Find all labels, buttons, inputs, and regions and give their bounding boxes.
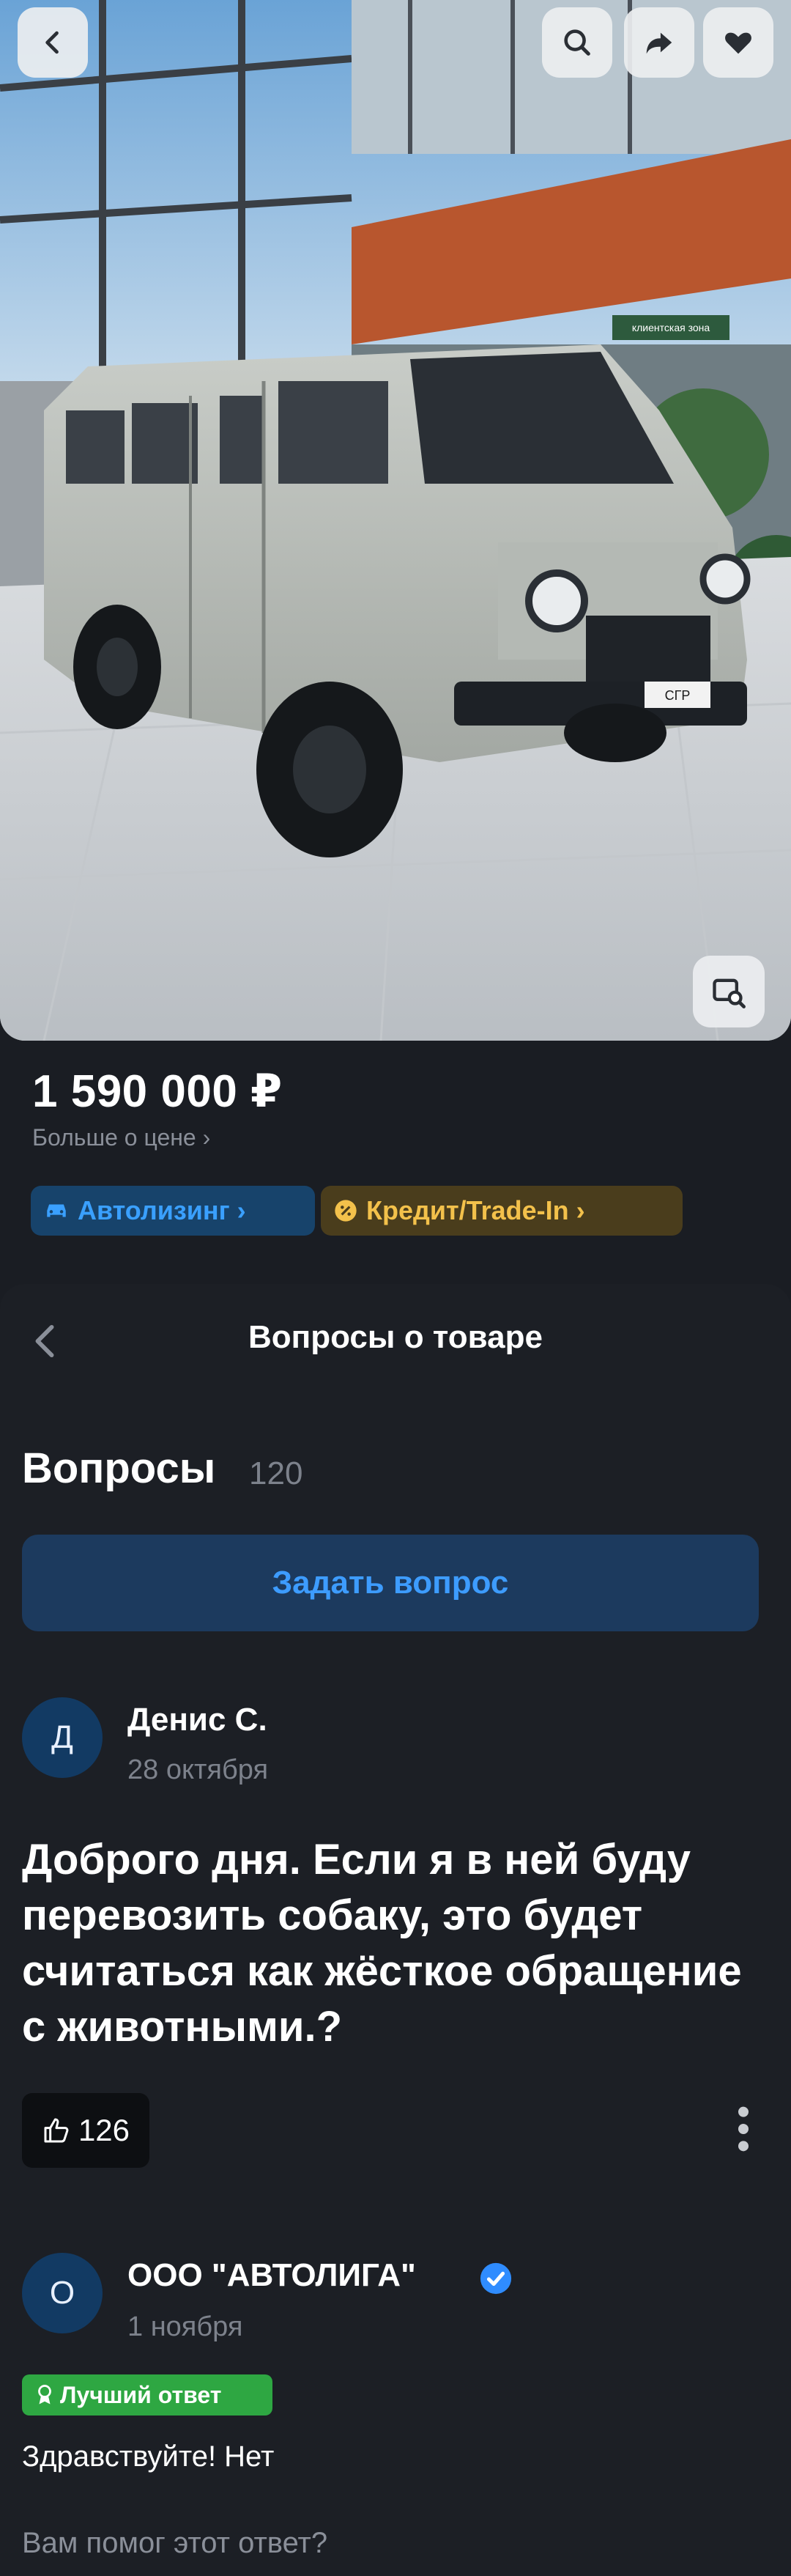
answer-author: ООО "АВТОЛИГА" [127, 2257, 416, 2293]
heart-icon [725, 32, 751, 54]
signage-text: клиентская зона [632, 322, 710, 333]
question-text: Доброго дня. Если я в ней буду перевозит… [22, 1836, 742, 2051]
autoleasing-button[interactable]: Автолизинг › [31, 1186, 315, 1236]
best-answer-label: Лучший ответ [60, 2381, 222, 2408]
search-button[interactable] [542, 7, 612, 78]
car-icon [47, 1204, 66, 1217]
like-button[interactable]: 126 [22, 2093, 149, 2168]
like-count: 126 [78, 2113, 130, 2147]
percent-icon [335, 1200, 357, 1222]
avatar: Д [22, 1697, 103, 1778]
answer-text: Здравствуйте! Нет [22, 2440, 275, 2473]
award-icon [38, 2385, 51, 2405]
seller-avatar: О [22, 2253, 103, 2333]
image-search-button[interactable] [693, 956, 765, 1027]
credit-trade-in-button[interactable]: Кредит/Trade-In › [321, 1186, 683, 1236]
plate-text: СГР [665, 688, 691, 703]
product-photo[interactable]: клиентская зона СГР [0, 0, 791, 1041]
questions-count: 120 [249, 1455, 303, 1491]
verified-icon [480, 2262, 512, 2295]
back-icon [45, 31, 59, 54]
question-author: Денис С. [127, 1702, 267, 1738]
search-icon [564, 29, 590, 56]
credit-trade-in-label: Кредит/Trade-In › [366, 1195, 585, 1225]
price: 1 590 000 ₽ [32, 1066, 283, 1117]
helpful-prompt: Вам помог этот ответ? [22, 2527, 328, 2559]
best-answer-badge: Лучший ответ [22, 2374, 272, 2416]
back-button[interactable] [18, 7, 88, 78]
autoleasing-label: Автолизинг › [78, 1195, 246, 1225]
sheet-title: Вопросы о товаре [248, 1319, 543, 1355]
more-about-price-link[interactable]: Больше о цене › [32, 1124, 210, 1151]
ask-question-button[interactable]: Задать вопрос [22, 1535, 759, 1631]
image-search-icon [713, 978, 746, 1008]
share-icon [646, 32, 672, 54]
questions-heading: Вопросы [22, 1444, 216, 1492]
kebab-menu-icon[interactable] [732, 2103, 754, 2155]
share-button[interactable] [624, 7, 694, 78]
car-photo-illustration: клиентская зона СГР [0, 0, 791, 1041]
answer-date: 1 ноября [127, 2311, 243, 2342]
thumbs-up-icon [44, 2118, 69, 2143]
question-date: 28 октября [127, 1754, 269, 1785]
favorite-button[interactable] [703, 7, 773, 78]
